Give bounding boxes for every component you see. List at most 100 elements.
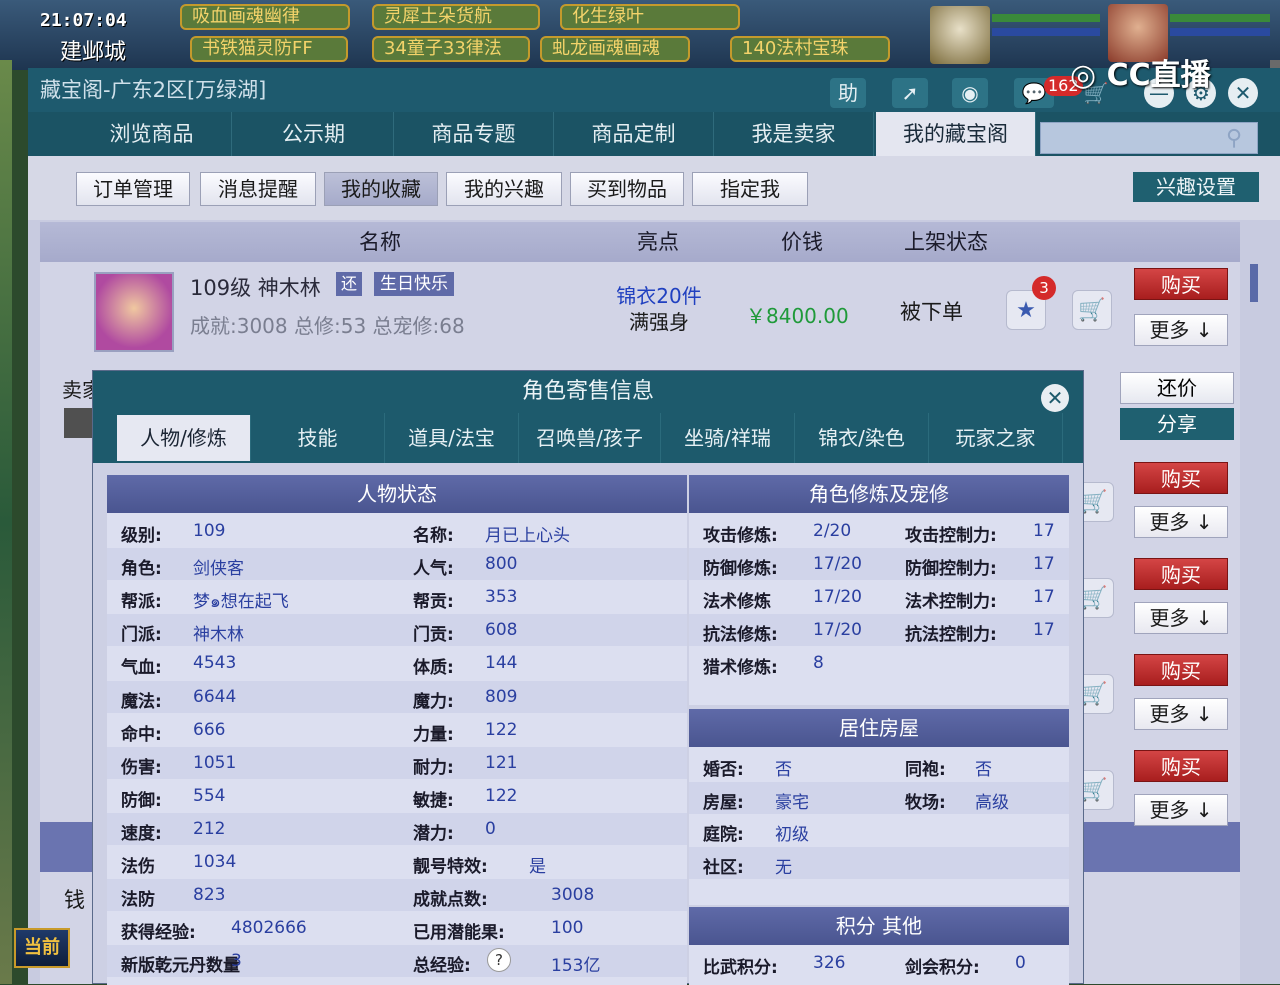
info-label: 剑会积分: (905, 958, 980, 978)
list-header: 名称 亮点 价钱 上架状态 (40, 222, 1240, 262)
team-tag[interactable]: 灵犀土朵货航 (372, 4, 540, 30)
stat-label: 级别: (121, 526, 162, 546)
share-button[interactable]: 分享 (1120, 408, 1234, 440)
stat-label: 法防 (121, 890, 155, 911)
stat-value: 809 (485, 686, 518, 707)
player-mp-bar (1170, 28, 1270, 36)
bought-items-button[interactable]: 买到物品 (570, 172, 684, 206)
more-label: 更多 (1149, 702, 1190, 726)
status-row: 伤害: 1051 耐力: 121 (107, 746, 687, 779)
stat-value: 212 (193, 818, 226, 839)
info-label: 法术控制力: (905, 592, 997, 612)
info-row: 庭院: 初级 (689, 814, 1069, 846)
team-tag[interactable]: 书铁猫灵防FF (190, 36, 348, 62)
more-button[interactable]: 更多 ↓ (1134, 794, 1228, 826)
stat-label: 防御: (121, 790, 162, 811)
stat-label: 靓号特效: (413, 857, 488, 877)
more-label: 更多 (1149, 510, 1190, 534)
help-button[interactable]: 助 (830, 78, 866, 108)
close-icon[interactable]: ✕ (1228, 78, 1258, 108)
stat-label: 新版乾元丹数量 (121, 956, 240, 977)
item-price: ￥8400.00 (746, 304, 849, 328)
stat-value: 153亿 (551, 956, 601, 977)
order-management-button[interactable]: 订单管理 (76, 172, 190, 206)
info-row: 抗法修炼: 17/20 抗法控制力: 17 (689, 614, 1069, 646)
tab-player-home[interactable]: 玩家之家 (929, 413, 1063, 463)
buy-button[interactable]: 购买 (1134, 558, 1228, 590)
tab-items[interactable]: 道具/法宝 (385, 413, 519, 463)
more-button[interactable]: 更多 ↓ (1134, 506, 1228, 538)
info-value: 高级 (975, 792, 1009, 813)
team-tag[interactable]: 34童子33律法 (372, 36, 530, 62)
highlight-line1[interactable]: 锦衣20件 (604, 280, 714, 309)
highlight-line2: 满强身 (629, 310, 689, 334)
info-label: 攻击控制力: (905, 526, 997, 546)
buy-button[interactable]: 购买 (1134, 750, 1228, 782)
stat-value: 121 (485, 752, 518, 773)
message-alert-button[interactable]: 消息提醒 (200, 172, 316, 206)
close-icon[interactable]: ✕ (1041, 384, 1069, 412)
stat-value: 144 (485, 653, 518, 674)
stat-label: 角色: (121, 559, 162, 580)
stat-label: 获得经验: (121, 923, 196, 944)
tab-seller[interactable]: 我是卖家 (714, 112, 874, 156)
info-value: 2/20 (813, 521, 852, 541)
current-channel-button[interactable]: 当前 (14, 928, 70, 968)
stat-label: 成就点数: (413, 890, 488, 911)
info-value: 豪宅 (775, 792, 809, 813)
stat-value: 0 (485, 818, 496, 839)
tab-skills[interactable]: 技能 (251, 413, 385, 463)
buy-button[interactable]: 购买 (1134, 268, 1228, 300)
more-button[interactable]: 更多 ↓ (1134, 602, 1228, 634)
help-icon[interactable]: ? (487, 948, 511, 973)
more-label: 更多 (1149, 318, 1190, 342)
tab-mounts[interactable]: 坐骑/祥瑞 (661, 413, 795, 463)
col-status: 上架状态 (904, 230, 988, 254)
info-row: 房屋: 豪宅 牧场: 高级 (689, 781, 1069, 814)
character-avatar[interactable] (94, 272, 174, 352)
tab-pets[interactable]: 召唤兽/孩子 (519, 413, 661, 463)
item-title[interactable]: 109级 神木林 (190, 272, 321, 302)
stop-icon[interactable]: ◉ (952, 78, 988, 108)
stat-label: 气血: (121, 658, 162, 679)
info-row: 防御修炼: 17/20 防御控制力: 17 (689, 548, 1069, 580)
my-favorites-button[interactable]: 我的收藏 (324, 172, 438, 206)
team-tag[interactable]: 140法村宝珠 (730, 36, 890, 62)
stat-value: 梦๑想在起飞 (193, 592, 289, 613)
info-row: 社区: 无 (689, 846, 1069, 879)
tab-browse[interactable]: 浏览商品 (72, 112, 232, 156)
team-tag[interactable]: 化生绿叶 (560, 4, 740, 30)
search-icon[interactable]: ⚲ (1226, 126, 1242, 151)
buy-button[interactable]: 购买 (1134, 654, 1228, 686)
share-icon[interactable]: ➚ (892, 78, 928, 108)
bargain-button[interactable]: 还价 (1120, 372, 1234, 404)
more-button[interactable]: 更多 ↓ (1134, 314, 1228, 346)
tab-outfits[interactable]: 锦衣/染色 (795, 413, 929, 463)
info-row: 猎术修炼: 8 (689, 647, 1069, 679)
cultivation-panel-title: 角色修炼及宠修 (689, 475, 1069, 513)
tab-custom[interactable]: 商品定制 (554, 112, 714, 156)
tab-publicity[interactable]: 公示期 (234, 112, 394, 156)
tab-my-cangbaoge[interactable]: 我的藏宝阁 (876, 112, 1036, 156)
team-tag[interactable]: 吸血画魂幽律 (180, 4, 350, 30)
stat-value: 666 (193, 719, 226, 740)
cart-icon[interactable]: 🛒 (1072, 290, 1112, 330)
assigned-to-me-button[interactable]: 指定我 (692, 172, 808, 206)
team-tag[interactable]: 虬龙画魂画魂 (540, 36, 690, 62)
info-label: 防御修炼: (703, 559, 778, 579)
interest-settings-button[interactable]: 兴趣设置 (1133, 172, 1259, 202)
stat-value: 3 (231, 951, 242, 972)
pet-portrait[interactable] (930, 6, 990, 64)
status-row: 防御: 554 敏捷: 122 (107, 780, 687, 812)
my-interests-button[interactable]: 我的兴趣 (446, 172, 562, 206)
item-subtitle: 成就:3008 总修:53 总宠修:68 (190, 314, 465, 338)
cc-logo-text: CC直播 (1106, 58, 1211, 93)
buy-button[interactable]: 购买 (1134, 462, 1228, 494)
info-label: 婚否: (703, 760, 744, 780)
stat-value: 608 (485, 620, 518, 641)
tab-topics[interactable]: 商品专题 (394, 112, 554, 156)
scrollbar[interactable] (1250, 264, 1258, 302)
more-button[interactable]: 更多 ↓ (1134, 698, 1228, 730)
info-label: 牧场: (905, 792, 946, 813)
tab-character[interactable]: 人物/修炼 (117, 415, 251, 461)
